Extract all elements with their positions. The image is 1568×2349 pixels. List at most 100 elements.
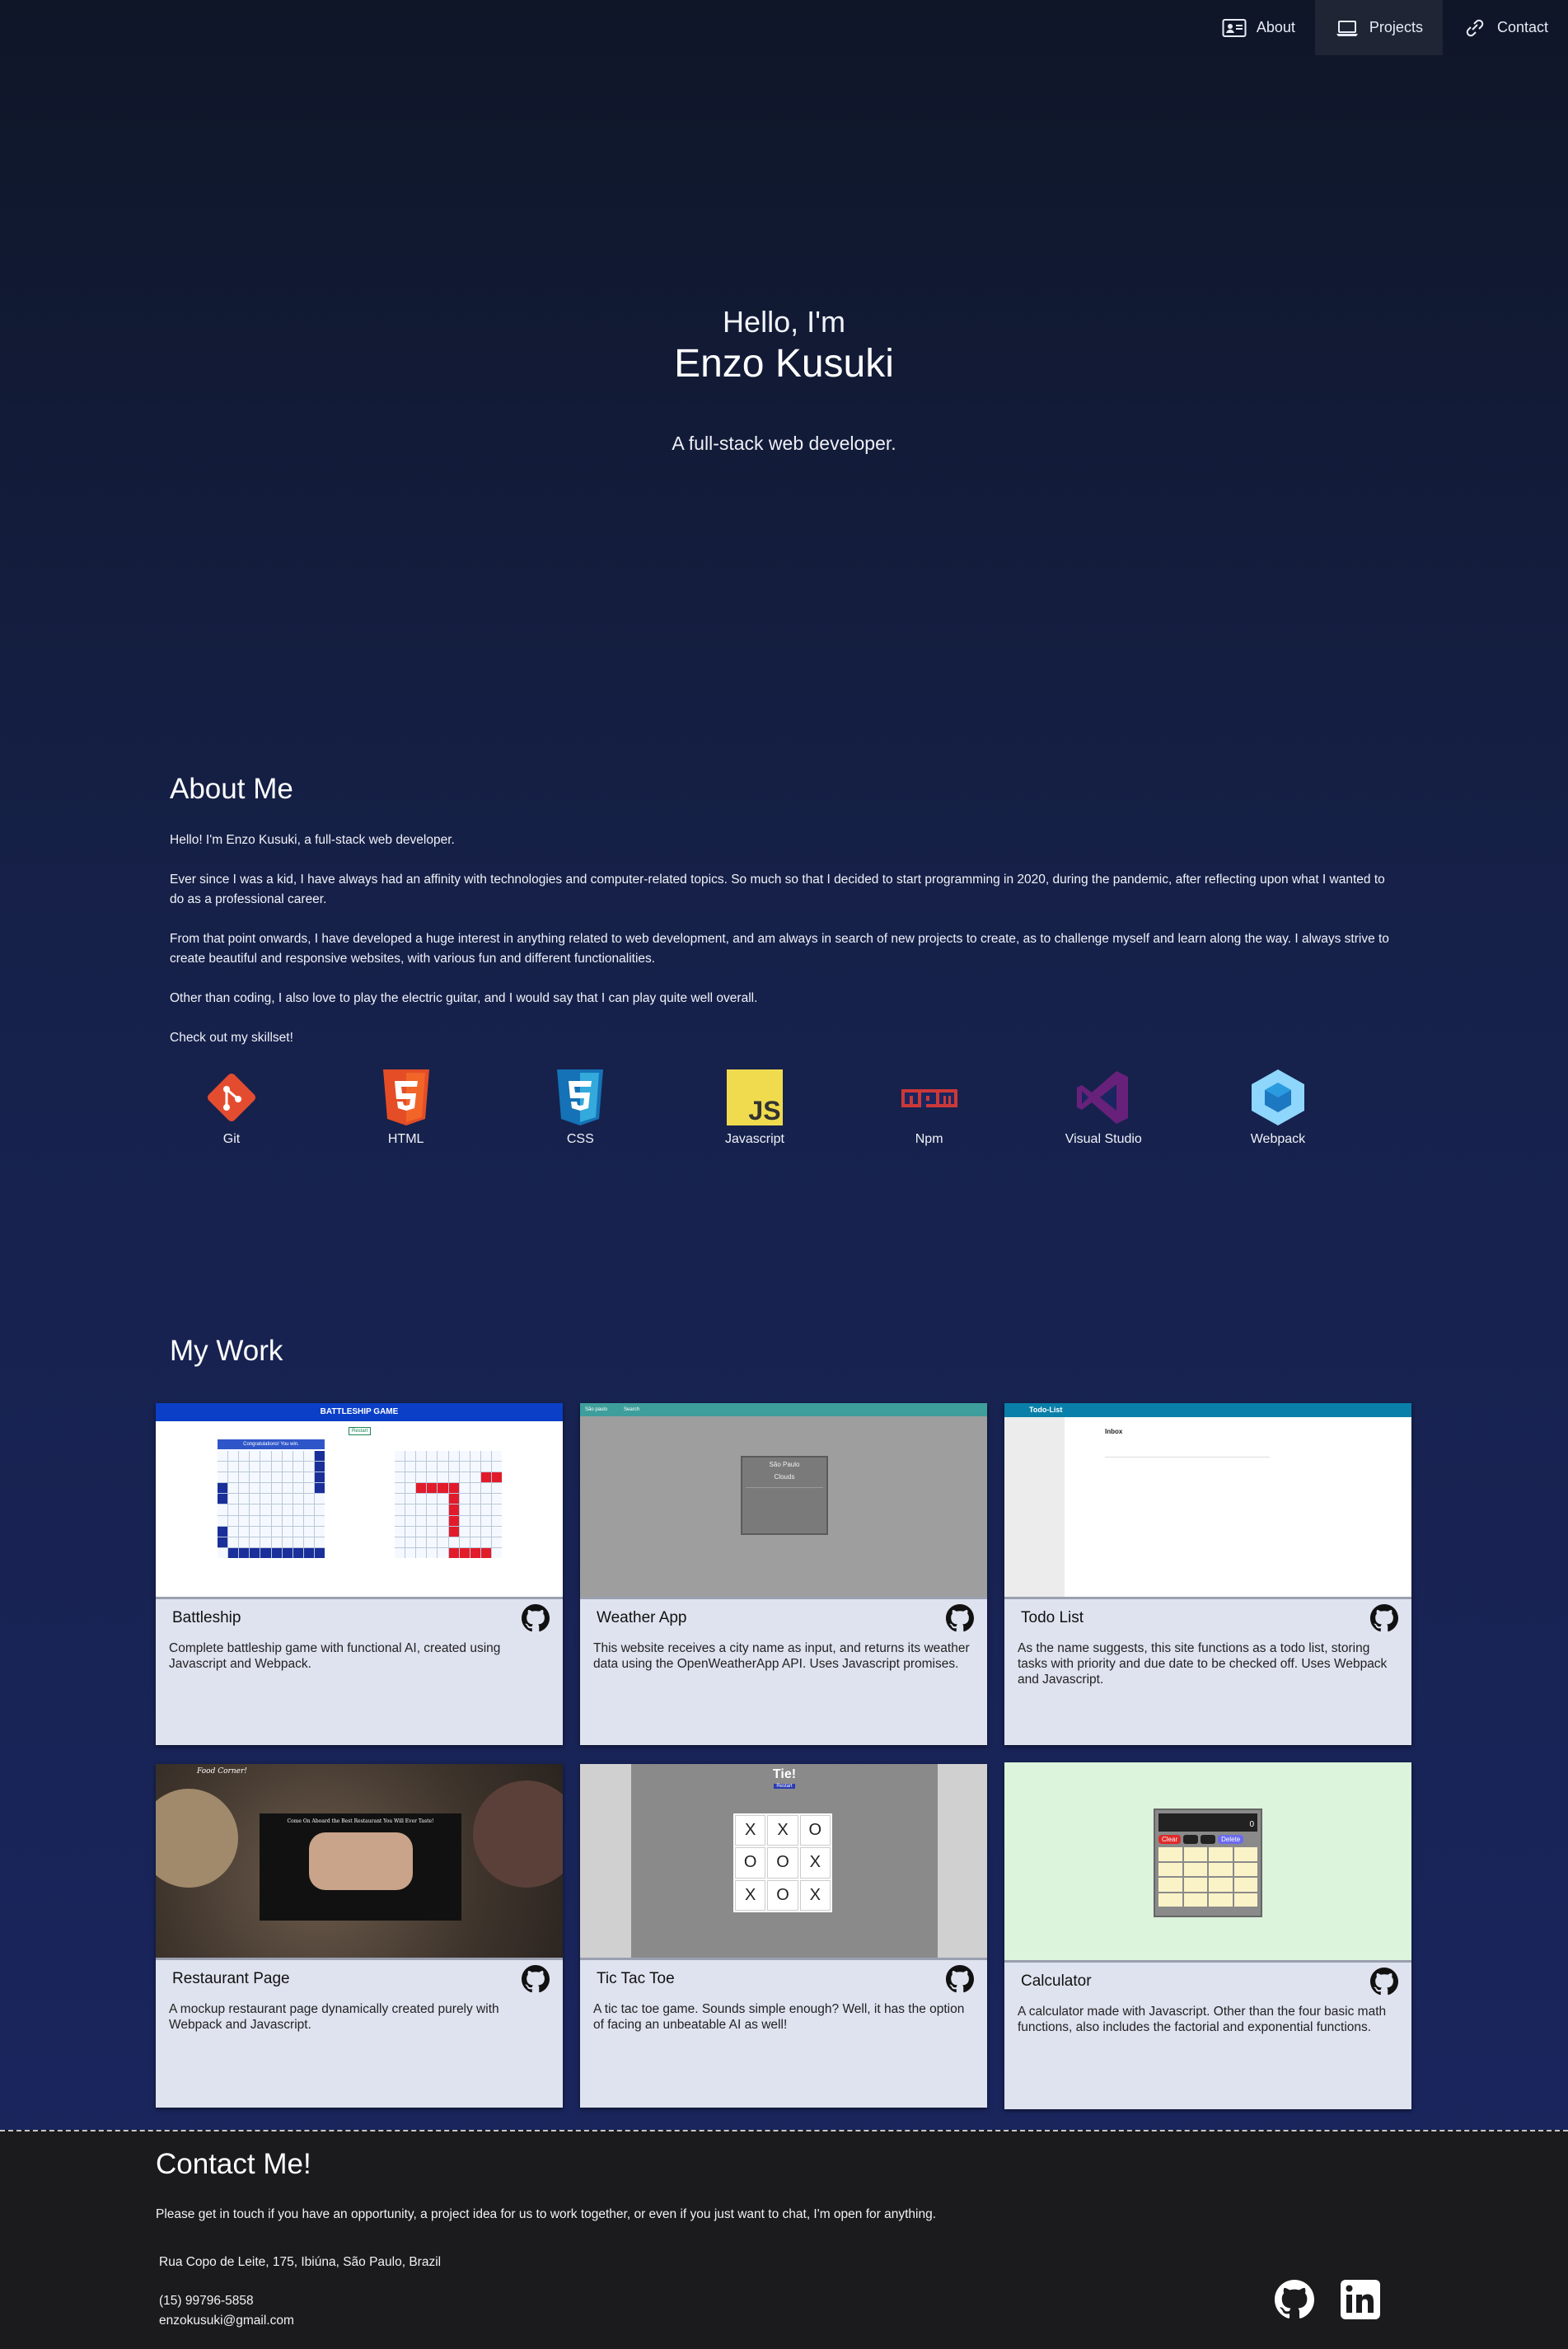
project-description: Complete battleship game with functional…	[169, 1641, 501, 1671]
nav-contact[interactable]: Contact	[1443, 0, 1568, 55]
project-card-todo-list[interactable]: Todo-List Inbox Todo List As the name su…	[1004, 1403, 1411, 1745]
enemy-board	[395, 1451, 502, 1558]
preview-key	[1183, 1835, 1199, 1844]
project-card-weather-app[interactable]: São paulo Search São Paulo Clouds Weathe…	[580, 1403, 987, 1745]
github-icon[interactable]	[522, 1604, 550, 1632]
preview-search-right: Search	[624, 1407, 640, 1412]
preview-board: X X O O O X X O X	[733, 1813, 832, 1912]
project-preview-restaurant[interactable]: Food Corner! Come On Aboard the Best Res…	[156, 1764, 563, 1960]
preview-details	[746, 1487, 823, 1520]
preview-delete: Delete	[1218, 1835, 1244, 1844]
github-icon[interactable]	[1370, 1968, 1398, 1996]
preview-clear: Clear	[1158, 1835, 1182, 1844]
preview-calculator-body: 0 Clear Delete	[1154, 1809, 1262, 1917]
preview-restart: Restart	[774, 1784, 795, 1789]
card-header: Battleship	[156, 1604, 563, 1632]
preview-search-left: São paulo	[585, 1407, 608, 1412]
about-paragraph: Ever since I was a kid, I have always ha…	[170, 873, 1385, 906]
project-cards: BATTLESHIP GAME Restart Congratulations!…	[156, 1403, 1412, 2112]
nav-about-label: About	[1256, 19, 1295, 35]
board-cell: X	[735, 1879, 766, 1911]
project-preview-tictactoe[interactable]: Tie! Restart X X O O O X X O X	[580, 1764, 987, 1960]
project-card-calculator[interactable]: 0 Clear Delete Calculator A calculator m…	[1004, 1762, 1411, 2109]
linkedin-icon[interactable]	[1341, 2280, 1380, 2319]
skill-label: Webpack	[1250, 1132, 1306, 1146]
nav-about[interactable]: About	[1202, 0, 1315, 55]
contact-email[interactable]: enzokusuki@gmail.com	[159, 2314, 294, 2328]
github-icon[interactable]	[522, 1965, 550, 1993]
preview-dish	[308, 1832, 413, 1890]
project-description: As the name suggests, this site function…	[1018, 1641, 1388, 1687]
preview-display: 0	[1158, 1813, 1257, 1832]
card-header: Calculator	[1004, 1968, 1411, 1996]
project-title: Battleship	[172, 1609, 241, 1626]
github-icon[interactable]	[946, 1604, 974, 1632]
social-links	[1275, 2280, 1380, 2319]
about-title: About Me	[170, 773, 293, 805]
skill-visual-studio: Visual Studio	[1050, 1068, 1157, 1147]
hero-name: Enzo Kusuki	[674, 342, 894, 386]
hero-greeting: Hello, I'm	[723, 305, 845, 339]
github-icon[interactable]	[1370, 1604, 1398, 1632]
contact-section: Contact Me! Please get in touch if you h…	[0, 2130, 1568, 2349]
preview-game-area: Tie! Restart X X O O O X X O X	[631, 1764, 938, 1958]
preview-hero-box: Come On Aboard the Best Restaurant You W…	[260, 1813, 461, 1921]
skill-label: Git	[222, 1132, 241, 1146]
skill-label: Npm	[915, 1132, 943, 1146]
project-card-restaurant-page[interactable]: Food Corner! Come On Aboard the Best Res…	[156, 1764, 563, 2108]
preview-search-bar: São paulo Search	[580, 1403, 987, 1416]
preview-inbox: Inbox	[1105, 1428, 1123, 1435]
skill-label: Javascript	[724, 1132, 784, 1146]
svg-text:JS: JS	[748, 1096, 780, 1125]
project-title: Restaurant Page	[172, 1970, 290, 1987]
preview-weather-card: São Paulo Clouds	[741, 1456, 828, 1535]
project-description: A tic tac toe game. Sounds simple enough…	[593, 2002, 965, 2032]
project-title: Todo List	[1021, 1609, 1084, 1626]
webpack-icon	[1251, 1069, 1304, 1125]
github-icon[interactable]	[1275, 2280, 1314, 2319]
board-cell: X	[799, 1847, 831, 1879]
card-header: Tic Tac Toe	[580, 1965, 987, 1993]
board-cell: X	[735, 1815, 766, 1846]
preview-keypad	[1158, 1847, 1257, 1907]
skill-git: Git	[178, 1068, 285, 1147]
board-cell: O	[767, 1879, 798, 1911]
project-description: A calculator made with Javascript. Other…	[1018, 2005, 1387, 2034]
git-icon	[207, 1073, 256, 1122]
project-preview-weather[interactable]: São paulo Search São Paulo Clouds	[580, 1403, 987, 1599]
npm-icon	[901, 1089, 957, 1107]
board-cell: O	[735, 1847, 766, 1879]
css3-icon	[557, 1069, 604, 1125]
preview-city: São Paulo	[769, 1461, 800, 1468]
player-board	[218, 1451, 325, 1558]
laptop-icon	[1336, 20, 1358, 36]
preview-banner: Congratulations! You win.	[218, 1439, 325, 1449]
project-description: This website receives a city name as inp…	[593, 1641, 970, 1671]
project-preview-todo[interactable]: Todo-List Inbox	[1004, 1403, 1411, 1599]
contact-text: Please get in touch if you have an oppor…	[156, 2207, 937, 2221]
nav-projects[interactable]: Projects	[1314, 0, 1443, 55]
about-paragraph: From that point onwards, I have develope…	[170, 932, 1389, 966]
preview-condition: Clouds	[774, 1473, 795, 1481]
skill-npm: Npm	[876, 1068, 983, 1147]
project-preview-battleship[interactable]: BATTLESHIP GAME Restart Congratulations!…	[156, 1403, 563, 1599]
profile-card-icon	[1222, 18, 1247, 37]
work-title: My Work	[170, 1335, 283, 1367]
preview-header: BATTLESHIP GAME	[156, 1403, 563, 1421]
skill-javascript: JS Javascript	[701, 1068, 808, 1147]
preview-brand: Food Corner!	[197, 1767, 247, 1776]
project-card-battleship[interactable]: BATTLESHIP GAME Restart Congratulations!…	[156, 1403, 563, 1745]
card-header: Todo List	[1004, 1604, 1411, 1632]
nav-projects-label: Projects	[1369, 19, 1423, 35]
project-card-tic-tac-toe[interactable]: Tie! Restart X X O O O X X O X Tic Tac T…	[580, 1764, 987, 2108]
skill-label: HTML	[387, 1132, 424, 1146]
skills-list: Git HTML CSS JS Javascript Npm Visual St…	[178, 1068, 1332, 1147]
github-icon[interactable]	[946, 1965, 974, 1993]
html5-icon	[382, 1069, 429, 1125]
project-preview-calculator[interactable]: 0 Clear Delete	[1004, 1762, 1411, 1963]
hero-section: Hello, I'm Enzo Kusuki A full-stack web …	[0, 305, 1568, 455]
preview-header: Todo-List	[1004, 1403, 1411, 1417]
preview-top-row: Clear Delete	[1158, 1835, 1257, 1844]
card-header: Weather App	[580, 1604, 987, 1632]
preview-key	[1201, 1835, 1216, 1844]
